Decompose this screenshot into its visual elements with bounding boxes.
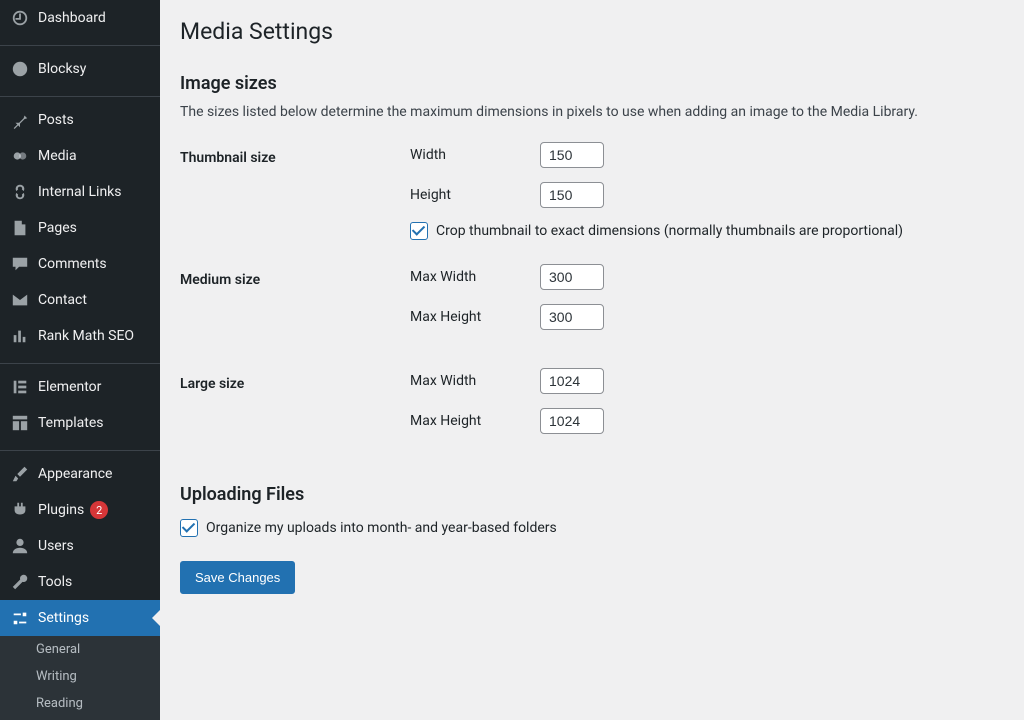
sidebar-item-label: Elementor [38, 379, 101, 395]
medium-width-input[interactable] [540, 264, 604, 290]
sidebar-item-label: Posts [38, 112, 74, 128]
large-size-heading: Large size [180, 356, 400, 460]
chart-icon [10, 326, 30, 346]
page-icon [10, 218, 30, 238]
image-sizes-description: The sizes listed below determine the max… [180, 104, 1004, 120]
media-icon [10, 146, 30, 166]
image-sizes-table: Thumbnail size Width Height Crop thumbna… [180, 130, 1004, 460]
sidebar-item-label: Plugins [38, 502, 84, 518]
sidebar-item-label: Templates [38, 415, 104, 431]
page-title: Media Settings [180, 0, 1004, 49]
thumbnail-height-input[interactable] [540, 182, 604, 208]
menu-separator [0, 92, 160, 97]
thumbnail-size-heading: Thumbnail size [180, 130, 400, 252]
sidebar-item-elementor[interactable]: Elementor [0, 369, 160, 405]
sidebar-item-label: Media [38, 148, 77, 164]
admin-sidebar: Dashboard Blocksy Posts Media Internal L… [0, 0, 160, 720]
sidebar-item-label: Comments [38, 256, 107, 272]
sidebar-item-dashboard[interactable]: Dashboard [0, 0, 160, 36]
sidebar-item-label: Users [38, 538, 74, 554]
section-image-sizes: Image sizes [180, 73, 1004, 94]
sidebar-item-label: Tools [38, 574, 72, 590]
elementor-icon [10, 377, 30, 397]
medium-size-heading: Medium size [180, 252, 400, 356]
plugin-icon [10, 500, 30, 520]
user-icon [10, 536, 30, 556]
submenu-item-reading[interactable]: Reading [0, 690, 160, 717]
sidebar-item-label: Rank Math SEO [38, 328, 134, 344]
comment-icon [10, 254, 30, 274]
submenu-item-writing[interactable]: Writing [0, 663, 160, 690]
medium-height-label: Max Height [410, 309, 540, 325]
large-height-label: Max Height [410, 413, 540, 429]
large-width-label: Max Width [410, 373, 540, 389]
sidebar-item-comments[interactable]: Comments [0, 246, 160, 282]
menu-separator [0, 359, 160, 364]
large-height-input[interactable] [540, 408, 604, 434]
sidebar-item-media[interactable]: Media [0, 138, 160, 174]
sidebar-item-label: Internal Links [38, 184, 122, 200]
brush-icon [10, 464, 30, 484]
sidebar-item-settings[interactable]: Settings [0, 600, 160, 636]
menu-separator [0, 446, 160, 451]
medium-width-label: Max Width [410, 269, 540, 285]
sidebar-item-label: Appearance [38, 466, 112, 482]
templates-icon [10, 413, 30, 433]
pin-icon [10, 110, 30, 130]
sliders-icon [10, 608, 30, 628]
plugins-update-badge: 2 [90, 501, 108, 519]
medium-height-input[interactable] [540, 304, 604, 330]
sidebar-item-appearance[interactable]: Appearance [0, 456, 160, 492]
sidebar-item-internal-links[interactable]: Internal Links [0, 174, 160, 210]
save-changes-button[interactable]: Save Changes [180, 561, 295, 594]
sidebar-item-pages[interactable]: Pages [0, 210, 160, 246]
wrench-icon [10, 572, 30, 592]
sidebar-item-tools[interactable]: Tools [0, 564, 160, 600]
thumbnail-width-label: Width [410, 147, 540, 163]
sidebar-item-posts[interactable]: Posts [0, 102, 160, 138]
thumbnail-crop-label: Crop thumbnail to exact dimensions (norm… [436, 223, 903, 239]
sidebar-item-rank-math[interactable]: Rank Math SEO [0, 318, 160, 354]
thumbnail-crop-checkbox[interactable] [410, 222, 428, 240]
link-icon [10, 182, 30, 202]
sidebar-item-templates[interactable]: Templates [0, 405, 160, 441]
menu-separator [0, 41, 160, 46]
sidebar-item-users[interactable]: Users [0, 528, 160, 564]
envelope-icon [10, 290, 30, 310]
section-uploading-files: Uploading Files [180, 484, 1004, 505]
organize-uploads-checkbox[interactable] [180, 519, 198, 537]
sidebar-item-label: Pages [38, 220, 77, 236]
sidebar-item-contact[interactable]: Contact [0, 282, 160, 318]
large-width-input[interactable] [540, 368, 604, 394]
thumbnail-width-input[interactable] [540, 142, 604, 168]
sidebar-item-label: Contact [38, 292, 87, 308]
sidebar-item-label: Blocksy [38, 61, 86, 77]
submenu-item-general[interactable]: General [0, 636, 160, 663]
organize-uploads-label: Organize my uploads into month- and year… [206, 520, 557, 536]
settings-submenu: General Writing Reading Discussion [0, 636, 160, 720]
dashboard-icon [10, 8, 30, 28]
blocksy-icon [10, 59, 30, 79]
sidebar-item-label: Dashboard [38, 10, 106, 26]
sidebar-item-blocksy[interactable]: Blocksy [0, 51, 160, 87]
thumbnail-height-label: Height [410, 187, 540, 203]
main-content: Media Settings Image sizes The sizes lis… [160, 0, 1024, 720]
sidebar-item-label: Settings [38, 610, 89, 626]
sidebar-item-plugins[interactable]: Plugins 2 [0, 492, 160, 528]
